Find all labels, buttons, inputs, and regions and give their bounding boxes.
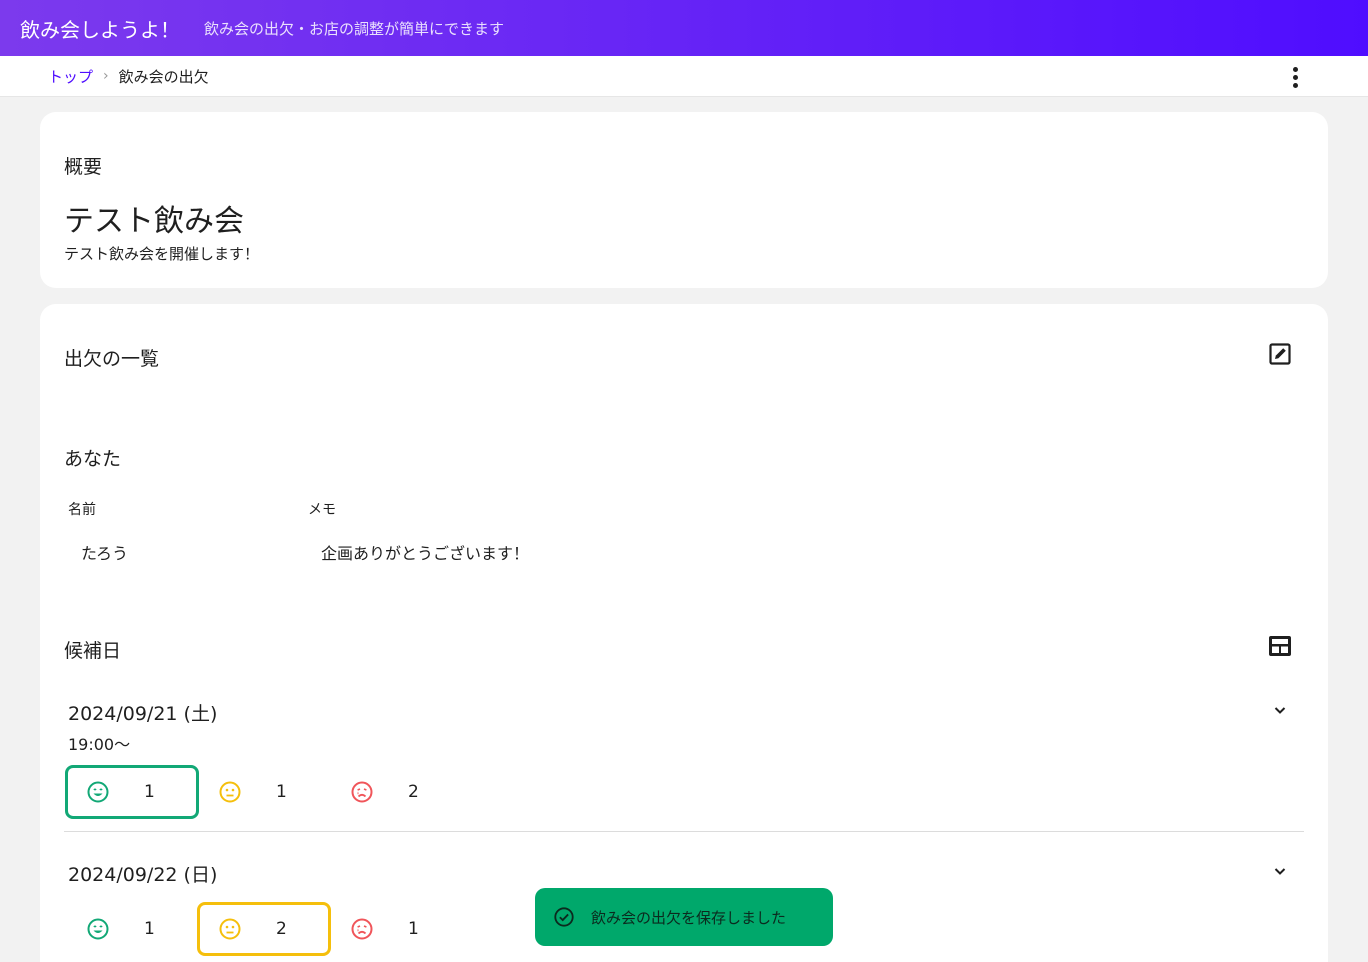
overview-card: 概要 テスト飲み会 テスト飲み会を開催します！ [40, 112, 1328, 288]
breadcrumb-separator: › [103, 68, 109, 84]
name-label: 名前 [68, 502, 96, 518]
vote-maybe-button[interactable]: 2 [197, 902, 331, 956]
app-title[interactable]: 飲み会しようよ！ [20, 14, 180, 43]
sad-face-icon [351, 918, 373, 940]
app-subtitle: 飲み会の出欠・お店の調整が簡単にできます [204, 19, 505, 38]
neutral-face-icon [219, 918, 241, 940]
vote-ok-button[interactable]: 1 [65, 902, 199, 956]
candidate-date: 2024/09/22 (日) [68, 864, 218, 886]
you-label: あなた [64, 448, 122, 470]
breadcrumb-home-link[interactable]: トップ [48, 66, 93, 87]
overview-label: 概要 [64, 156, 103, 178]
save-toast: 飲み会の出欠を保存しました [535, 888, 833, 946]
vote-ok-count: 1 [144, 782, 155, 802]
event-description: テスト飲み会を開催します！ [64, 245, 260, 263]
attendance-card: 出欠の一覧 あなた 名前 メモ たろう 企画ありがとうございます！ 候補日 20… [40, 304, 1328, 962]
edit-square-icon[interactable] [1266, 340, 1294, 368]
vote-ng-count: 2 [408, 782, 419, 802]
name-value: たろう [81, 544, 129, 563]
vote-ng-button[interactable]: 2 [329, 765, 463, 819]
chevron-down-icon[interactable] [1272, 702, 1288, 718]
vote-ok-button[interactable]: 1 [65, 765, 199, 819]
breadcrumb-current: 飲み会の出欠 [118, 67, 209, 86]
event-title: テスト飲み会 [64, 204, 244, 239]
divider [64, 831, 1304, 832]
vote-maybe-button[interactable]: 1 [197, 765, 331, 819]
app-bar: 飲み会しようよ！ 飲み会の出欠・お店の調整が簡単にできます [0, 0, 1368, 56]
vote-ng-count: 1 [408, 919, 419, 939]
candidate-time: 19:00～ [68, 735, 131, 754]
candidate-date: 2024/09/21 (土) [68, 703, 218, 725]
vote-maybe-count: 2 [276, 919, 287, 939]
breadcrumb: トップ › 飲み会の出欠 [0, 56, 1368, 97]
memo-label: メモ [308, 502, 336, 518]
memo-value: 企画ありがとうございます！ [321, 544, 530, 563]
smile-face-icon [87, 781, 109, 803]
candidates-label: 候補日 [64, 640, 122, 662]
neutral-face-icon [219, 781, 241, 803]
more-vert-icon[interactable] [1286, 65, 1304, 89]
table-view-icon[interactable] [1266, 632, 1294, 660]
vote-ok-count: 1 [144, 919, 155, 939]
sad-face-icon [351, 781, 373, 803]
vote-maybe-count: 1 [276, 782, 287, 802]
attendance-label: 出欠の一覧 [64, 348, 160, 370]
check-circle-icon [554, 907, 574, 927]
vote-ng-button[interactable]: 1 [329, 902, 463, 956]
toast-message: 飲み会の出欠を保存しました [591, 908, 787, 927]
smile-face-icon [87, 918, 109, 940]
chevron-down-icon[interactable] [1272, 863, 1288, 879]
